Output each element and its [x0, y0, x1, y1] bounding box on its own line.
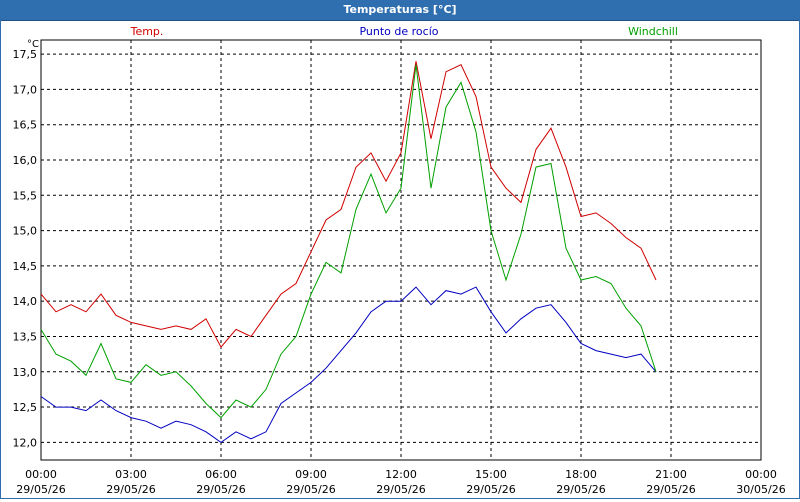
y-tick-label: 17,0	[13, 83, 38, 96]
y-tick-labels: 12,0 12,5 13,0 13,5 14,0 14,5 15,0 15,5 16,0 16,5…	[13, 48, 38, 449]
y-tick-label: 14,5	[13, 260, 38, 273]
x-tick-date: 29/05/26	[16, 483, 65, 496]
x-tick-time: 12:00	[385, 468, 417, 481]
y-tick-label: 12,0	[13, 436, 38, 449]
legend-entry-1: Punto de rocío	[359, 25, 438, 38]
x-tick-date: 29/05/26	[646, 483, 695, 496]
series-line-2	[40, 64, 657, 419]
y-tick-label: 16,0	[13, 154, 38, 167]
chart-window: Temperaturas [°C] 12,0 12,5 13,0 13,5 14,0 14…	[0, 0, 800, 500]
legend-entry-0: Temp.	[130, 25, 164, 38]
x-tick-time: 06:00	[205, 468, 237, 481]
legend: Temp. Punto de rocío Windchill	[130, 25, 678, 38]
y-tick-label: 14,0	[13, 295, 38, 308]
y-tick-label: 13,5	[13, 330, 38, 343]
series-lines	[40, 61, 657, 444]
chart-frame: 12,0 12,5 13,0 13,5 14,0 14,5 15,0 15,5 16,0 16,5…	[0, 20, 800, 499]
x-tick-time: 09:00	[295, 468, 327, 481]
x-tick-time: 00:00	[25, 468, 57, 481]
x-tick-time: 03:00	[115, 468, 147, 481]
x-tick-date: 29/05/26	[286, 483, 335, 496]
series-line-1	[40, 286, 657, 444]
y-tick-label: 17,5	[13, 48, 38, 61]
grid	[40, 39, 762, 461]
y-tick-label: 16,5	[13, 119, 38, 132]
x-tick-date: 29/05/26	[196, 483, 245, 496]
chart-title: Temperaturas [°C]	[343, 3, 457, 16]
y-tick-label: 12,5	[13, 401, 38, 414]
x-tick-date: 30/05/26	[736, 483, 785, 496]
y-axis-unit: °C	[27, 39, 39, 50]
y-tick-label: 15,5	[13, 189, 38, 202]
chart-svg: 12,0 12,5 13,0 13,5 14,0 14,5 15,0 15,5 16,0 16,5…	[13, 25, 786, 496]
x-tick-time: 00:00	[745, 468, 777, 481]
x-tick-time: 18:00	[565, 468, 597, 481]
x-tick-date: 29/05/26	[466, 483, 515, 496]
title-bar: Temperaturas [°C]	[0, 0, 800, 21]
series-line-0	[40, 61, 657, 348]
y-tick-label: 15,0	[13, 225, 38, 238]
x-tick-date: 29/05/26	[106, 483, 155, 496]
x-tick-date: 29/05/26	[556, 483, 605, 496]
x-tick-date: 29/05/26	[376, 483, 425, 496]
x-tick-time: 21:00	[655, 468, 687, 481]
y-tick-label: 13,0	[13, 366, 38, 379]
legend-entry-2: Windchill	[628, 25, 678, 38]
x-tick-time: 15:00	[475, 468, 507, 481]
x-tick-labels: 00:00 29/05/26 03:00 29/05/26 06:00 29/05/26 0…	[16, 468, 785, 496]
